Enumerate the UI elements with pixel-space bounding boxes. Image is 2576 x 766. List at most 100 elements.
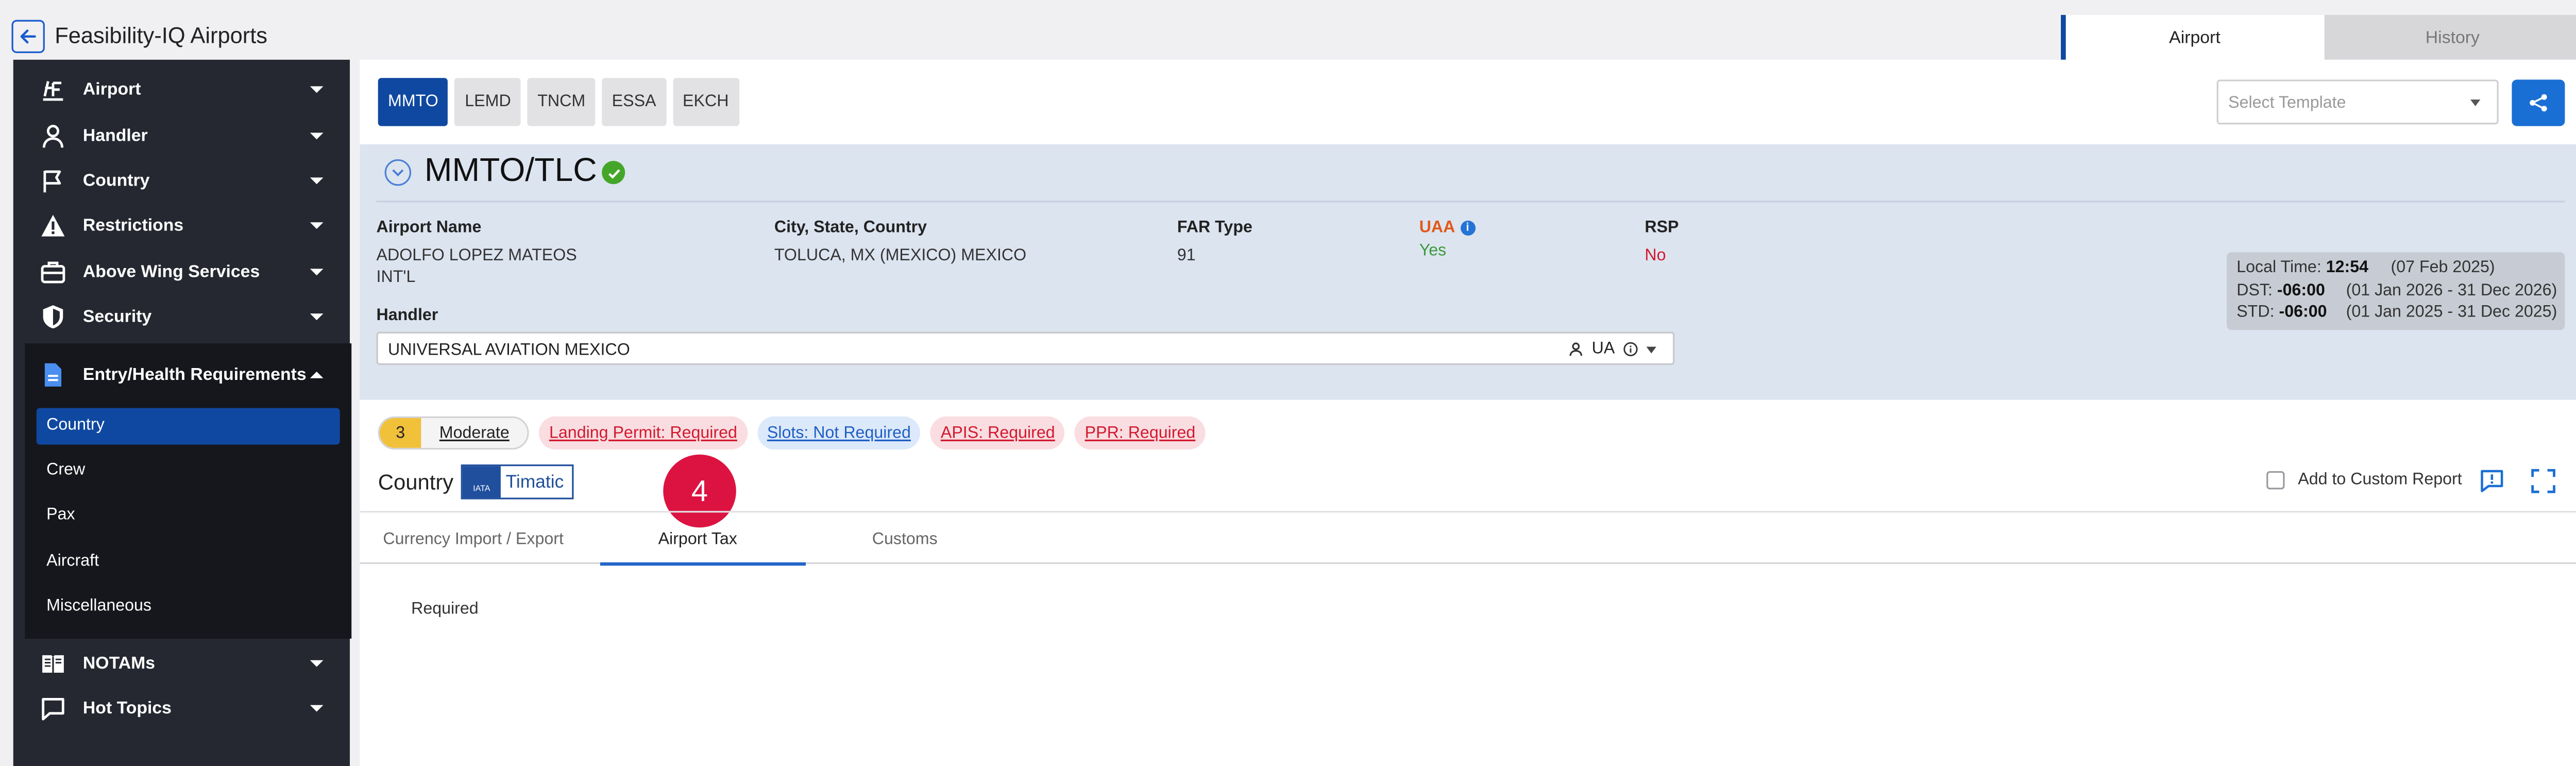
- ppr-pill[interactable]: PPR: Required: [1075, 416, 1206, 450]
- dst-row: DST: -06:00 (01 Jan 2026 - 31 Dec 2026): [2236, 282, 2557, 301]
- handler-value: UNIVERSAL AVIATION MEXICO: [388, 341, 630, 360]
- verified-check-icon: [602, 161, 625, 185]
- template-placeholder: Select Template: [2228, 94, 2346, 113]
- info-icon[interactable]: i: [1460, 221, 1476, 236]
- tab-airport-tax[interactable]: Airport Tax: [600, 512, 806, 566]
- dst-range: (01 Jan 2026 - 31 Dec 2026): [2346, 282, 2557, 301]
- section-title: Country: [378, 469, 454, 494]
- airport-chip-essa[interactable]: ESSA: [602, 78, 666, 126]
- chevron-down-icon: [310, 132, 324, 140]
- uaa-label-wrap: UAA i: [1419, 219, 1476, 238]
- iata-mark: IATA: [462, 466, 501, 498]
- user-icon: [38, 121, 68, 151]
- uaa-label: UAA: [1419, 219, 1455, 238]
- airport-name-line2: INT'L: [376, 269, 416, 287]
- custom-report-checkbox[interactable]: [2266, 471, 2285, 490]
- std-value: -06:00: [2279, 303, 2327, 322]
- divider: [376, 201, 2565, 203]
- airport-chip-ekch[interactable]: EKCH: [672, 78, 739, 126]
- handler-select[interactable]: UNIVERSAL AVIATION MEXICO UA: [376, 331, 1675, 365]
- sidebar-item-hot-topics[interactable]: Hot Topics: [13, 690, 350, 727]
- chevron-down-icon[interactable]: [1646, 345, 1656, 353]
- info-outline-icon[interactable]: [1623, 342, 1638, 357]
- sidebar-item-label: Restrictions: [82, 215, 184, 236]
- airport-name-label: Airport Name: [376, 219, 482, 238]
- airport-chips: MMTO LEMD TNCM ESSA EKCH: [378, 78, 739, 126]
- chevron-down-icon: [392, 169, 404, 177]
- slots-pill[interactable]: Slots: Not Required: [757, 416, 921, 450]
- sub-item-aircraft[interactable]: Aircraft: [25, 544, 328, 581]
- chevron-down-icon: [310, 313, 324, 321]
- chevron-up-icon: [310, 371, 324, 378]
- sidebar-item-restrictions[interactable]: Restrictions: [13, 207, 350, 244]
- chevron-down-icon: [310, 705, 324, 712]
- entry-health-group: Entry/Health Requirements Country Crew P…: [25, 343, 352, 639]
- user-icon: [1569, 342, 1583, 356]
- share-button[interactable]: [2512, 79, 2565, 126]
- time-box: Local Time: 12:54 (07 Feb 2025) DST: -06…: [2226, 252, 2565, 330]
- std-range: (01 Jan 2025 - 31 Dec 2025): [2346, 303, 2557, 322]
- share-icon: [2530, 94, 2547, 112]
- sidebar-item-handler[interactable]: Handler: [13, 118, 350, 154]
- chevron-down-icon: [310, 177, 324, 185]
- feedback-icon[interactable]: [2479, 468, 2505, 494]
- sub-item-pax[interactable]: Pax: [25, 497, 328, 534]
- sidebar-item-label: Handler: [82, 126, 148, 146]
- sidebar-item-airport[interactable]: Airport: [13, 71, 350, 108]
- sidebar-item-entry-health[interactable]: Entry/Health Requirements: [13, 357, 350, 393]
- risk-label: Moderate: [421, 418, 528, 448]
- handler-label: Handler: [376, 307, 438, 325]
- back-button[interactable]: [11, 20, 45, 53]
- chevron-down-icon: [310, 86, 324, 93]
- rsp-label: RSP: [1645, 219, 1679, 238]
- far-type-value: 91: [1177, 247, 1196, 265]
- sidebar-item-above-wing-services[interactable]: Above Wing Services: [13, 254, 350, 290]
- sub-item-miscellaneous[interactable]: Miscellaneous: [25, 589, 328, 625]
- document-icon: [38, 360, 68, 390]
- apis-pill[interactable]: APIS: Required: [930, 416, 1065, 450]
- arrow-left-icon: [20, 29, 36, 44]
- landing-permit-pill[interactable]: Landing Permit: Required: [539, 416, 748, 450]
- far-type-label: FAR Type: [1177, 219, 1252, 238]
- app-header: Feasibility-IQ Airports Airport History: [0, 0, 2576, 60]
- requirement-badges: 3 Moderate Landing Permit: Required Slot…: [378, 416, 1206, 450]
- book-icon: [38, 648, 68, 678]
- risk-badge[interactable]: 3 Moderate: [378, 416, 530, 450]
- template-select[interactable]: Select Template: [2216, 79, 2499, 125]
- main-content: MMTO LEMD TNCM ESSA EKCH Select Template…: [360, 59, 2576, 766]
- fullscreen-icon[interactable]: [2530, 468, 2556, 494]
- tab-history[interactable]: History: [2324, 14, 2576, 60]
- chevron-down-icon: [310, 269, 324, 276]
- uaa-value: Yes: [1419, 242, 1447, 261]
- tab-currency[interactable]: Currency Import / Export: [360, 512, 600, 565]
- airport-chip-tncm[interactable]: TNCM: [527, 78, 596, 126]
- airport-chip-lemd[interactable]: LEMD: [454, 78, 521, 126]
- sidebar: Airport Handler Country Restrictions Abo…: [13, 59, 352, 766]
- city-label: City, State, Country: [774, 219, 927, 238]
- collapse-button[interactable]: [384, 159, 412, 186]
- sub-item-country[interactable]: Country: [36, 408, 340, 445]
- airport-chip-mmto[interactable]: MMTO: [378, 78, 449, 126]
- app-title: Feasibility-IQ Airports: [55, 23, 268, 48]
- tab-airport[interactable]: Airport: [2061, 14, 2324, 60]
- airport-code: MMTO/TLC: [424, 153, 597, 189]
- sidebar-item-country[interactable]: Country: [13, 162, 350, 199]
- warning-icon: [38, 211, 68, 241]
- rsp-value: No: [1645, 247, 1666, 265]
- chevron-down-icon: [310, 222, 324, 229]
- chevron-down-icon: [2470, 99, 2481, 106]
- sidebar-item-label: NOTAMs: [82, 653, 156, 674]
- sidebar-item-label: Country: [82, 171, 150, 191]
- flag-icon: [38, 166, 68, 196]
- sidebar-item-security[interactable]: Security: [13, 298, 350, 335]
- sidebar-item-notams[interactable]: NOTAMs: [13, 645, 350, 682]
- handler-code: UA: [1591, 340, 1615, 359]
- local-time-value: 12:54: [2326, 259, 2369, 277]
- airport-name-line1: ADOLFO LOPEZ MATEOS: [376, 247, 577, 265]
- sidebar-item-label: Above Wing Services: [82, 262, 260, 282]
- tab-customs[interactable]: Customs: [806, 512, 1005, 565]
- city-value: TOLUCA, MX (MEXICO) MEXICO: [774, 247, 1027, 265]
- tab-body-text: Required: [411, 600, 479, 619]
- sub-item-crew[interactable]: Crew: [25, 453, 328, 490]
- std-row: STD: -06:00 (01 Jan 2025 - 31 Dec 2025): [2236, 303, 2557, 322]
